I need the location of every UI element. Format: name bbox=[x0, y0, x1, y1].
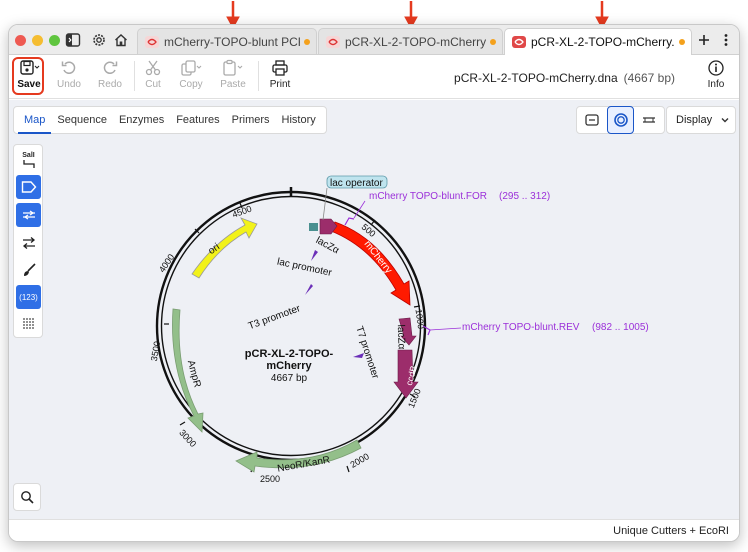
status-bar: Unique Cutters + EcoRI bbox=[9, 519, 739, 541]
feature-label-lac-operator: lac operator bbox=[330, 178, 383, 189]
plasmid-length: 4667 bp bbox=[271, 373, 308, 384]
undo-button[interactable]: Undo bbox=[49, 59, 89, 95]
sidebar-toggle-icon[interactable] bbox=[64, 31, 82, 49]
tab-bar: mCherry-TOPO-blunt PCR Product pCR-XL-2-… bbox=[9, 25, 739, 55]
feature-label-neor: NeoR/KanR bbox=[276, 455, 330, 475]
save-button[interactable]: Save bbox=[9, 59, 49, 95]
more-menu-icon[interactable] bbox=[717, 31, 735, 49]
print-button[interactable]: Print bbox=[260, 59, 300, 95]
plasmid-name-line2: mCherry bbox=[266, 360, 312, 372]
paste-button[interactable]: Paste bbox=[213, 59, 253, 95]
cut-label: Cut bbox=[145, 79, 161, 90]
undo-icon bbox=[61, 61, 76, 74]
tick-label-3000: 3000 bbox=[177, 428, 198, 449]
toolbar-divider bbox=[258, 61, 259, 91]
plasmid-name-line1: pCR-XL-2-TOPO- bbox=[245, 348, 334, 360]
copy-button[interactable]: Copy bbox=[171, 59, 211, 95]
feature-t3-promoter[interactable] bbox=[305, 284, 313, 295]
feature-label-mcherry: mCherry bbox=[362, 239, 394, 276]
dna-file-icon bbox=[145, 35, 159, 48]
redo-button[interactable]: Redo bbox=[90, 59, 130, 95]
info-button[interactable]: Info bbox=[696, 59, 736, 95]
plasmid-map: 500 1000 1500 2000 2500 3000 3500 4000 4… bbox=[149, 175, 649, 484]
new-tab-icon[interactable] bbox=[695, 31, 713, 49]
primer-rev-name: mCherry TOPO-blunt.REV bbox=[462, 322, 580, 333]
redo-label: Redo bbox=[98, 79, 122, 90]
tab-mcherry-pcr-product[interactable]: mCherry-TOPO-blunt PCR Product bbox=[137, 28, 317, 54]
close-window-button[interactable] bbox=[15, 35, 26, 46]
gear-icon[interactable] bbox=[90, 31, 108, 49]
tab-mcherry-dna[interactable]: pCR-XL-2-TOPO-mCherry.dna bbox=[504, 28, 692, 55]
feature-lac-promoter[interactable] bbox=[309, 223, 318, 231]
tab-label: pCR-XL-2-TOPO-mCherry RC bbox=[345, 34, 486, 49]
tab-mcherry-rc[interactable]: pCR-XL-2-TOPO-mCherry RC bbox=[318, 28, 503, 54]
copy-label: Copy bbox=[179, 79, 203, 90]
print-label: Print bbox=[269, 79, 291, 90]
document-length: (4667 bp) bbox=[623, 71, 675, 85]
primer-rev-leader bbox=[429, 327, 462, 331]
document-name: pCR-XL-2-TOPO-mCherry.dna bbox=[454, 71, 618, 85]
paste-icon bbox=[223, 59, 243, 76]
tick-labels: 500 1000 1500 2000 2500 3000 3500 4000 4… bbox=[149, 204, 426, 484]
minimize-window-button[interactable] bbox=[32, 35, 43, 46]
primer-for-name: mCherry TOPO-blunt.FOR bbox=[369, 191, 487, 202]
document-title: pCR-XL-2-TOPO-mCherry.dna (4667 bp) bbox=[454, 71, 675, 85]
primer-for-mark[interactable] bbox=[344, 217, 355, 226]
tick-label-2500: 2500 bbox=[260, 474, 280, 484]
primer-rev-range: (982 .. 1005) bbox=[592, 322, 649, 333]
scissors-icon bbox=[145, 60, 161, 76]
printer-icon bbox=[272, 60, 288, 76]
feature-label-t7-promoter: T7 promoter bbox=[353, 325, 380, 381]
save-label: Save bbox=[17, 79, 41, 90]
unsaved-dot-icon bbox=[304, 38, 310, 45]
info-icon bbox=[708, 60, 724, 76]
info-label: Info bbox=[707, 79, 725, 90]
save-icon bbox=[20, 60, 40, 75]
lac-operator-leader bbox=[322, 187, 328, 221]
enzyme-set-status[interactable]: Unique Cutters + EcoRI bbox=[613, 525, 729, 537]
cut-button[interactable]: Cut bbox=[133, 59, 173, 95]
undo-label: Undo bbox=[57, 79, 81, 90]
feature-lac-promoter-2[interactable] bbox=[311, 250, 318, 261]
dna-file-icon bbox=[512, 36, 526, 48]
feature-label-lacza-right: lacZα bbox=[395, 325, 407, 350]
unsaved-dot-icon bbox=[679, 39, 685, 45]
app-window: mCherry-TOPO-blunt PCR Product pCR-XL-2-… bbox=[8, 24, 740, 542]
zoom-window-button[interactable] bbox=[49, 35, 60, 46]
feature-label-t3-promoter: T3 promoter bbox=[247, 303, 303, 332]
paste-label: Paste bbox=[220, 79, 246, 90]
map-view: Map Sequence Enzymes Features Primers Hi… bbox=[9, 100, 739, 520]
feature-label-lacza-top: lacZα bbox=[314, 235, 341, 256]
unsaved-dot-icon bbox=[490, 38, 496, 45]
dna-file-icon bbox=[326, 35, 340, 48]
window-controls bbox=[15, 35, 60, 46]
home-icon[interactable] bbox=[112, 31, 130, 49]
primer-for-range: (295 .. 312) bbox=[499, 191, 550, 202]
toolbar: Save Undo Redo Cut Copy Paste Print pCR-… bbox=[9, 55, 739, 99]
copy-icon bbox=[181, 60, 202, 76]
feature-label-lac-promoter: lac promoter bbox=[276, 257, 333, 279]
tick-label-2000: 2000 bbox=[348, 451, 370, 470]
tab-label: pCR-XL-2-TOPO-mCherry.dna bbox=[531, 35, 675, 49]
redo-icon bbox=[103, 61, 118, 74]
tab-label: mCherry-TOPO-blunt PCR Product bbox=[164, 34, 300, 49]
feature-label-ampr: AmpR bbox=[185, 359, 203, 389]
